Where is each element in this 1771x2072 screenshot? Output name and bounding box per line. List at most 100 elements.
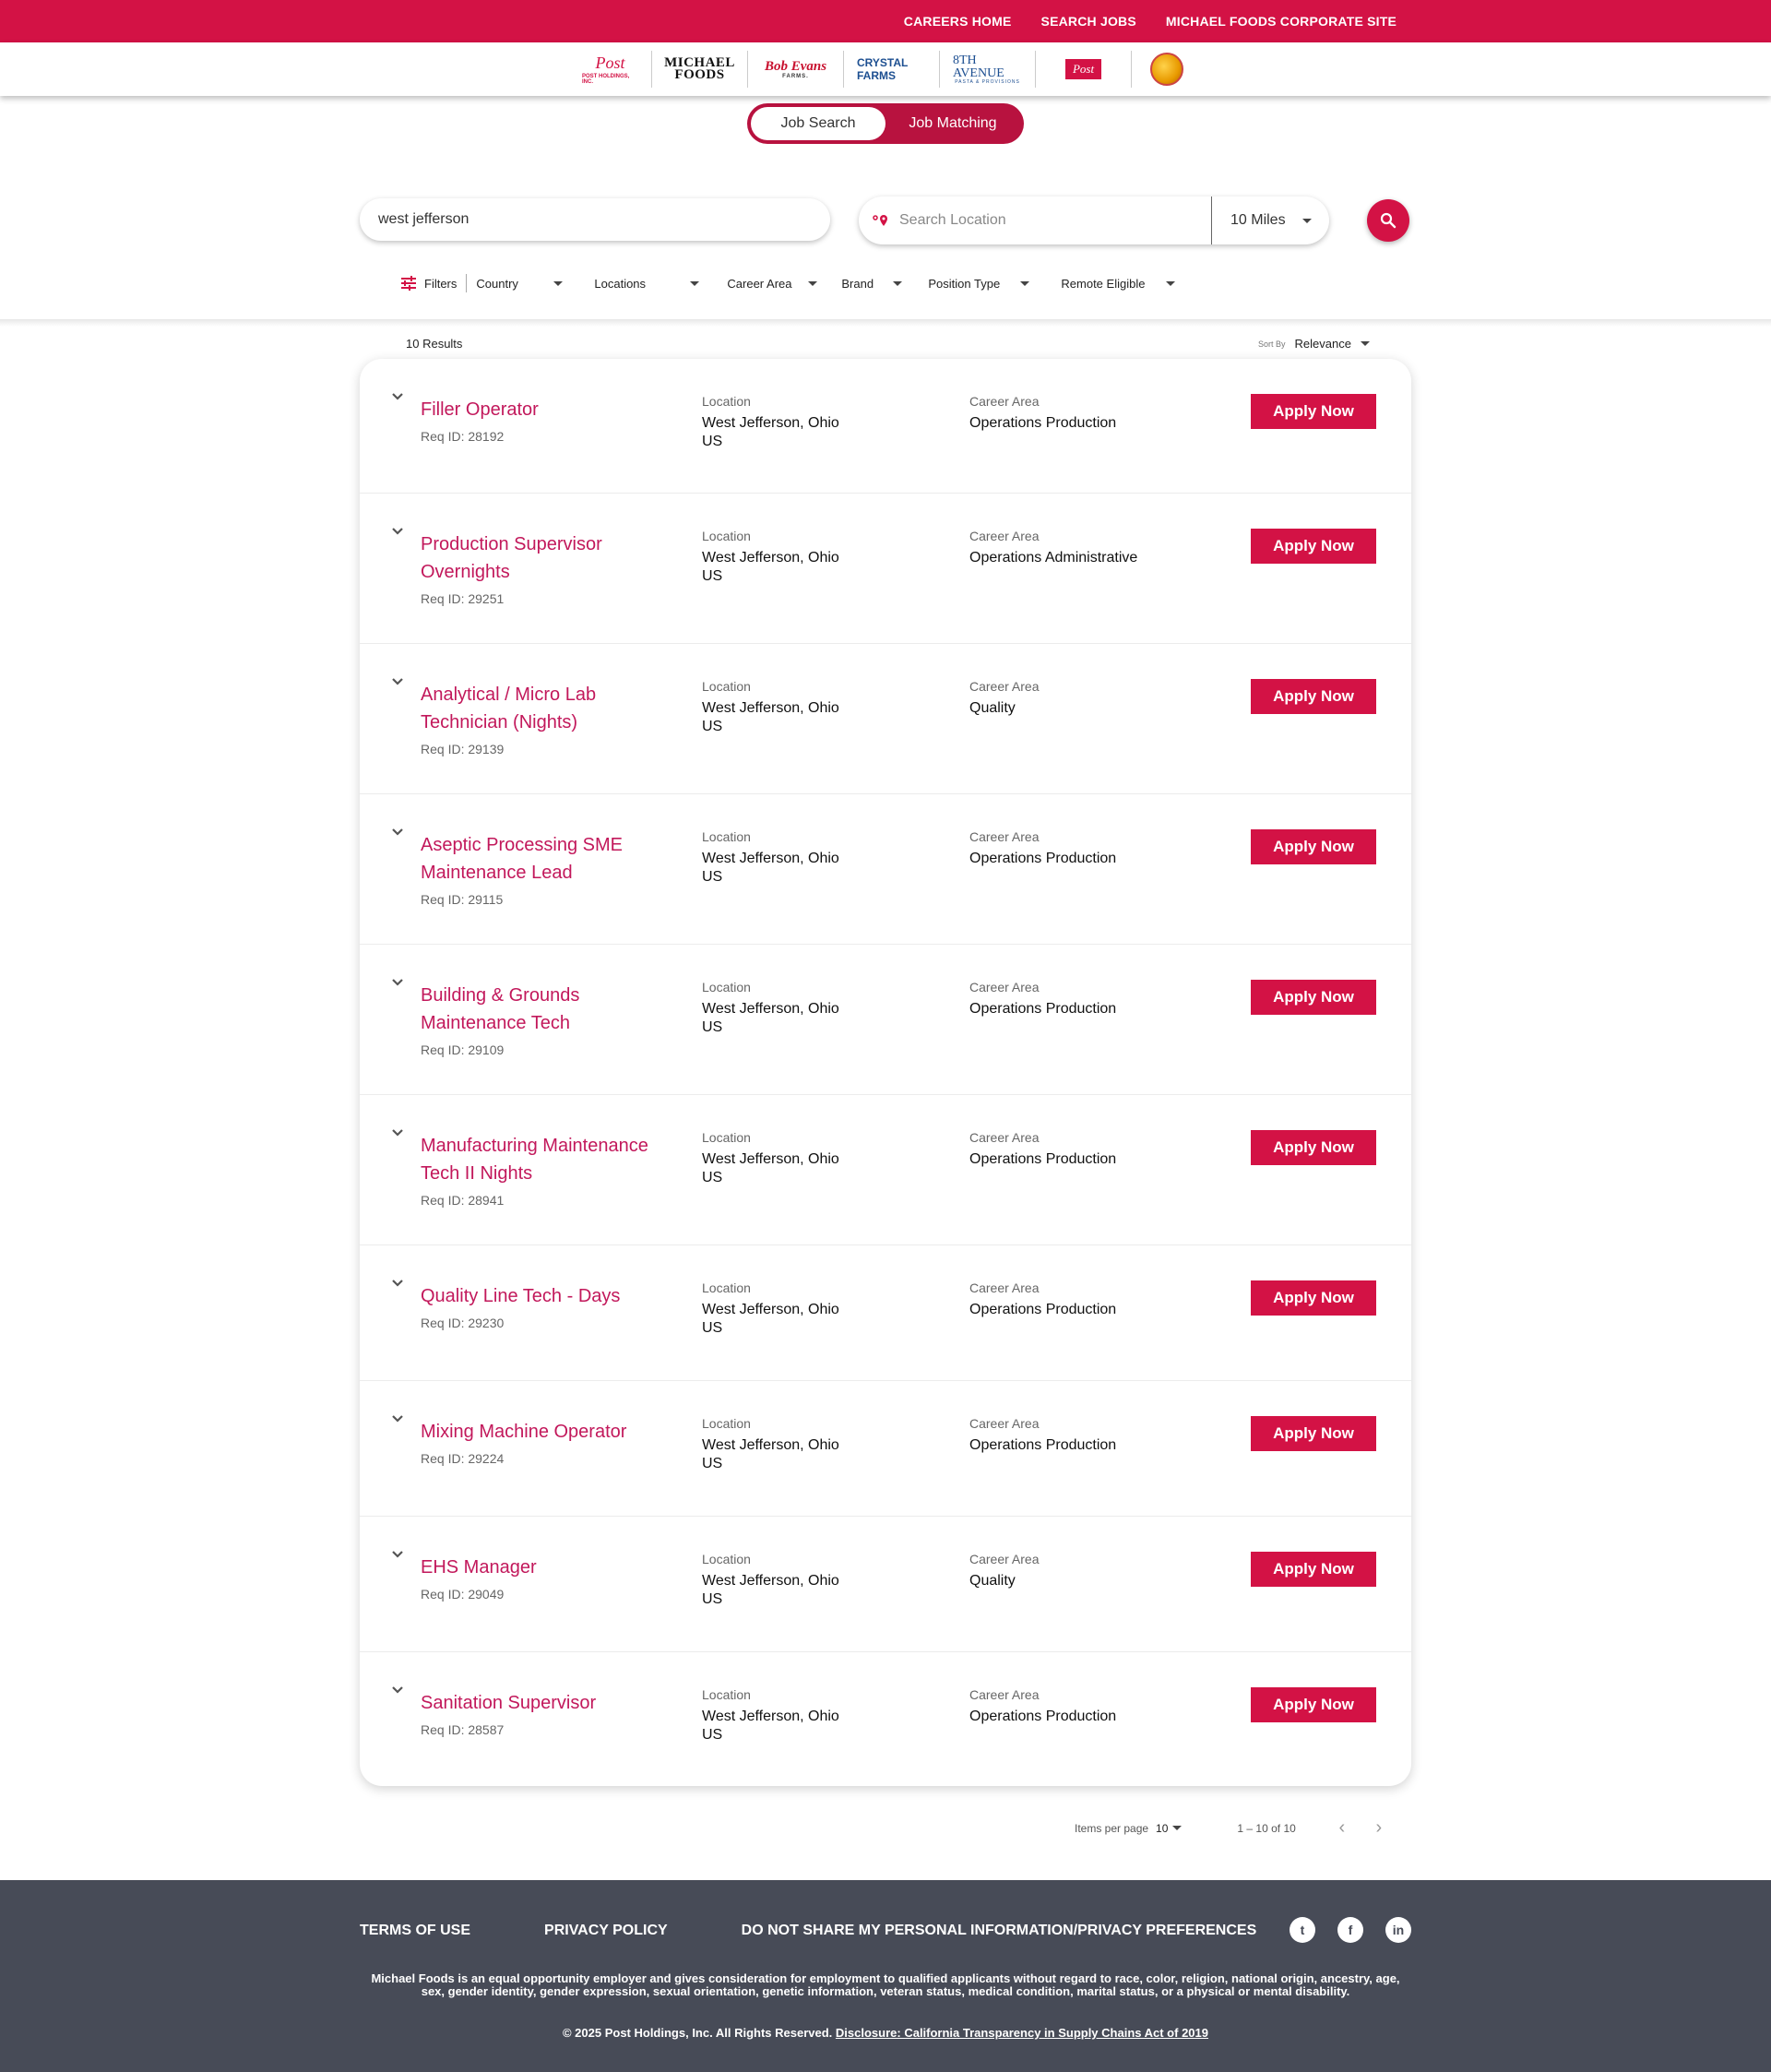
apply-now-button[interactable]: Apply Now <box>1251 980 1376 1015</box>
job-title-link[interactable]: Filler Operator Req ID: 28192 <box>421 396 670 446</box>
post-consumer-brands-logo[interactable]: Post <box>1036 51 1132 88</box>
next-page-icon[interactable]: › <box>1370 1817 1388 1839</box>
career-area-label: Career Area <box>969 1130 1040 1145</box>
filter-position-type-label: Position Type <box>928 276 1001 291</box>
job-row: Sanitation Supervisor Req ID: 28587 Locati… <box>360 1652 1411 1786</box>
keyword-search-input[interactable]: west jefferson <box>360 198 830 241</box>
job-location: Location West Jefferson, Ohio US <box>702 392 868 451</box>
apply-now-button[interactable]: Apply Now <box>1251 529 1376 564</box>
filter-brand[interactable]: Brand <box>841 277 903 291</box>
job-location: Location West Jefferson, Ohio US <box>702 677 868 736</box>
filter-position-type[interactable]: Position Type <box>928 276 1030 291</box>
chevron-down-icon[interactable] <box>391 525 404 538</box>
chevron-down-icon[interactable] <box>391 1126 404 1139</box>
job-title-link[interactable]: Analytical / Micro Lab Technician (Night… <box>421 681 670 758</box>
careers-home-link[interactable]: CAREERS HOME <box>904 14 1012 29</box>
career-area-label: Career Area <box>969 1687 1040 1702</box>
job-title-link[interactable]: Manufacturing Maintenance Tech II Nights… <box>421 1132 670 1209</box>
chevron-down-icon[interactable] <box>391 826 404 839</box>
location-label: Location <box>702 1687 751 1702</box>
job-title-link[interactable]: Mixing Machine Operator Req ID: 29224 <box>421 1418 670 1468</box>
filter-remote-eligible[interactable]: Remote Eligible <box>1061 277 1176 291</box>
location-value: West Jefferson, Ohio US <box>702 1572 868 1609</box>
filter-country[interactable]: Country <box>476 276 564 291</box>
apply-now-button[interactable]: Apply Now <box>1251 1552 1376 1587</box>
sort-by-label: Sort By <box>1258 339 1286 349</box>
location-country: US <box>702 568 723 584</box>
terms-of-use-link[interactable]: TERMS OF USE <box>360 1923 470 1939</box>
chevron-down-icon[interactable] <box>391 1548 404 1561</box>
job-matching-tab[interactable]: Job Matching <box>886 107 1020 140</box>
privacy-policy-link[interactable]: PRIVACY POLICY <box>544 1923 668 1939</box>
apply-now-button[interactable]: Apply Now <box>1251 1280 1376 1316</box>
apply-now-button[interactable]: Apply Now <box>1251 679 1376 714</box>
social-links: t f in <box>1290 1917 1411 1943</box>
chevron-down-icon[interactable] <box>391 1684 404 1697</box>
search-mode-toggle: Job Search Job Matching <box>747 103 1024 144</box>
chevron-down-icon <box>1166 280 1176 286</box>
sort-by-control[interactable]: Sort By Relevance <box>1258 337 1370 351</box>
job-search-tab[interactable]: Job Search <box>751 107 886 140</box>
apply-now-button[interactable]: Apply Now <box>1251 1687 1376 1722</box>
michael-logo-line2: FOODS <box>674 67 725 82</box>
linkedin-icon[interactable]: in <box>1385 1917 1411 1943</box>
apply-now-button[interactable]: Apply Now <box>1251 829 1376 864</box>
job-row: Quality Line Tech - Days Req ID: 29230 Loc… <box>360 1245 1411 1381</box>
items-per-page-select[interactable]: 10 <box>1156 1821 1183 1835</box>
location-search-input[interactable]: Search Location <box>892 212 1211 229</box>
job-title-link[interactable]: Aseptic Processing SME Maintenance Lead R… <box>421 831 670 909</box>
pagination: Items per page 10 1 – 10 of 10 ‹ › <box>1075 1817 1388 1839</box>
job-title-link[interactable]: Production Supervisor Overnights Req ID: … <box>421 530 670 608</box>
bob-evans-logo[interactable]: Bob Evans FARMS. <box>748 51 844 88</box>
location-value: West Jefferson, Ohio US <box>702 1000 868 1037</box>
chevron-down-icon[interactable] <box>391 1277 404 1290</box>
chevron-down-icon[interactable] <box>391 675 404 688</box>
job-title-link[interactable]: Building & Grounds Maintenance Tech Req I… <box>421 982 670 1059</box>
twitter-icon[interactable]: t <box>1290 1917 1315 1943</box>
facebook-icon[interactable]: f <box>1337 1917 1363 1943</box>
career-area-label: Career Area <box>969 529 1040 543</box>
chevron-down-icon[interactable] <box>391 1412 404 1425</box>
location-value: West Jefferson, Ohio US <box>702 549 868 586</box>
previous-page-icon[interactable]: ‹ <box>1333 1817 1351 1839</box>
location-search-box: Search Location 10 Miles <box>859 196 1329 244</box>
radius-select[interactable]: 10 Miles <box>1211 196 1329 244</box>
filter-career-area-label: Career Area <box>727 276 792 291</box>
career-area-value: Operations Production <box>969 415 1117 431</box>
results-count: 10 Results <box>406 337 463 351</box>
job-career-area: Career Area Operations Production <box>969 1685 1191 1726</box>
job-title: Manufacturing Maintenance Tech II Nights <box>421 1136 648 1184</box>
postbrands-logo-text: Post <box>1064 59 1102 79</box>
career-area-value: Operations Production <box>969 1437 1117 1453</box>
location-value: West Jefferson, Ohio US <box>702 1150 868 1187</box>
filter-career-area[interactable]: Career Area <box>727 276 818 291</box>
filters-button[interactable]: Filters <box>400 274 468 292</box>
apply-now-button[interactable]: Apply Now <box>1251 394 1376 429</box>
search-button[interactable] <box>1367 199 1409 242</box>
filter-country-label: Country <box>476 276 518 291</box>
award-medal-logo[interactable] <box>1132 51 1202 88</box>
items-per-page-value: 10 <box>1156 1821 1169 1835</box>
apply-now-button[interactable]: Apply Now <box>1251 1416 1376 1451</box>
michael-foods-logo[interactable]: MICHAEL FOODS <box>652 51 748 88</box>
job-title: Mixing Machine Operator <box>421 1422 627 1442</box>
job-title-link[interactable]: EHS Manager Req ID: 29049 <box>421 1554 670 1603</box>
job-title-link[interactable]: Quality Line Tech - Days Req ID: 29230 <box>421 1282 670 1332</box>
apply-now-button[interactable]: Apply Now <box>1251 1130 1376 1165</box>
chevron-down-icon[interactable] <box>391 976 404 989</box>
corporate-site-link[interactable]: MICHAEL FOODS CORPORATE SITE <box>1166 14 1397 29</box>
privacy-preferences-link[interactable]: DO NOT SHARE MY PERSONAL INFORMATION/PRI… <box>742 1923 1257 1939</box>
post-holdings-logo[interactable]: Post POST HOLDINGS, INC. <box>569 51 652 88</box>
job-title: Analytical / Micro Lab Technician (Night… <box>421 685 597 732</box>
location-city: West Jefferson, Ohio <box>702 1151 839 1167</box>
chevron-down-icon[interactable] <box>391 390 404 403</box>
job-career-area: Career Area Operations Production <box>969 1414 1191 1455</box>
disclosure-link[interactable]: Disclosure: California Transparency in S… <box>836 2026 1208 2040</box>
keyword-search-value: west jefferson <box>378 211 469 227</box>
filter-locations[interactable]: Locations <box>594 277 700 291</box>
job-title-link[interactable]: Sanitation Supervisor Req ID: 28587 <box>421 1689 670 1739</box>
search-jobs-link[interactable]: SEARCH JOBS <box>1041 14 1136 29</box>
crystal-farms-logo[interactable]: CRYSTAL FARMS <box>844 51 940 88</box>
job-row: Filler Operator Req ID: 28192 Location West… <box>360 359 1411 494</box>
8th-avenue-logo[interactable]: 8TH AVENUE PASTA & PROVISIONS <box>940 51 1036 88</box>
